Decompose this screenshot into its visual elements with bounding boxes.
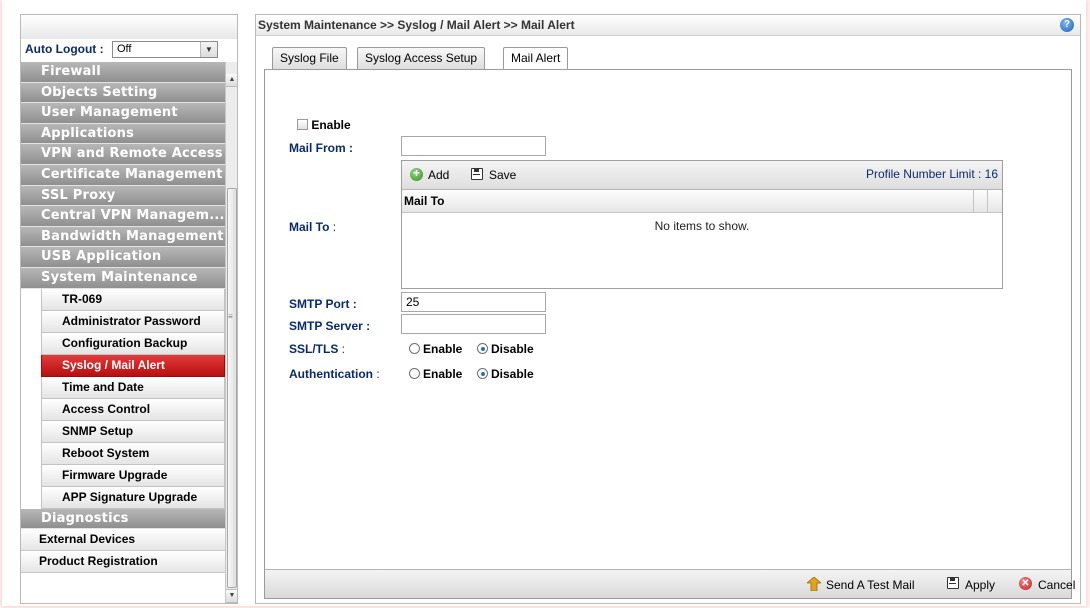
mail-from-input[interactable] xyxy=(401,136,546,156)
sidebar-item-objects-setting[interactable]: Objects Setting xyxy=(21,82,225,104)
ssl-enable-radio[interactable] xyxy=(409,343,420,354)
sidebar-item-central-vpn[interactable]: Central VPN Managem... xyxy=(21,206,225,227)
sidebar-item-system-maintenance[interactable]: System Maintenance xyxy=(21,267,225,289)
sidebar-subitem-tr069[interactable]: TR-069 xyxy=(41,288,225,311)
add-button[interactable]: Add xyxy=(428,168,449,182)
sidebar-item-bandwidth-management[interactable]: Bandwidth Management xyxy=(21,226,225,248)
mail-to-label-text: Mail To xyxy=(289,220,330,234)
empty-message: No items to show. xyxy=(654,219,750,233)
auto-logout-value: Off xyxy=(117,43,132,55)
sidebar-item-ssl-proxy[interactable]: SSL Proxy xyxy=(21,185,225,207)
ssl-disable-radio[interactable] xyxy=(477,343,488,354)
tab-syslog-access-setup[interactable]: Syslog Access Setup xyxy=(357,47,486,69)
chevron-down-icon[interactable]: ▼ xyxy=(200,42,217,57)
sidebar-scrollbar[interactable]: ▲ ≡ ▼ xyxy=(225,62,237,603)
authentication-label-sep: : xyxy=(373,367,380,381)
title-bar: System Maintenance >> Syslog / Mail Aler… xyxy=(256,15,1080,36)
footer-bar: Send A Test Mail Apply ✕ Cancel xyxy=(265,569,1075,598)
sidebar-subitem-syslog-mail-alert[interactable]: Syslog / Mail Alert xyxy=(41,354,225,377)
sidebar-subitem-firmware-upgrade[interactable]: Firmware Upgrade xyxy=(41,464,225,487)
ssl-disable-label: Disable xyxy=(491,342,534,356)
sidebar-item-vpn[interactable]: VPN and Remote Access xyxy=(21,144,225,165)
help-icon[interactable]: ? xyxy=(1060,18,1074,32)
auth-disable-radio[interactable] xyxy=(477,368,488,379)
ssl-enable-option[interactable]: Enable xyxy=(409,342,462,356)
sidebar: Auto Logout : Off ▼ Firewall Objects Set… xyxy=(20,14,238,604)
column-divider xyxy=(987,190,988,212)
profile-limit: Profile Number Limit : 16 xyxy=(865,167,998,181)
breadcrumb: System Maintenance >> Syslog / Mail Aler… xyxy=(258,18,575,32)
authentication-label-text: Authentication xyxy=(289,367,373,381)
smtp-server-input[interactable] xyxy=(401,314,546,334)
sidebar-item-diagnostics[interactable]: Diagnostics xyxy=(21,508,225,530)
save-button[interactable]: Save xyxy=(489,168,516,182)
auth-disable-label: Disable xyxy=(491,367,534,381)
scroll-down-icon[interactable]: ▼ xyxy=(226,589,237,603)
send-mail-icon[interactable] xyxy=(807,577,821,591)
mail-to-column-header[interactable]: Mail To xyxy=(404,194,444,208)
ssl-tls-label: SSL/TLS : xyxy=(289,342,345,356)
smtp-server-label: SMTP Server : xyxy=(289,319,371,333)
sidebar-subitem-time-date[interactable]: Time and Date xyxy=(41,376,225,399)
sidebar-header xyxy=(21,15,237,40)
sidebar-item-certificate-management[interactable]: Certificate Management xyxy=(21,164,225,186)
sidebar-subitem-app-signature[interactable]: APP Signature Upgrade xyxy=(41,486,225,509)
auth-disable-option[interactable]: Disable xyxy=(477,367,534,381)
smtp-port-label: SMTP Port : xyxy=(289,297,357,311)
auth-enable-radio[interactable] xyxy=(409,368,420,379)
sidebar-item-firewall[interactable]: Firewall xyxy=(21,62,225,83)
mail-to-header: Mail To xyxy=(402,190,1002,213)
main-panel: System Maintenance >> Syslog / Mail Aler… xyxy=(255,14,1081,604)
cancel-button[interactable]: Cancel xyxy=(1038,578,1075,592)
tab-mail-alert[interactable]: Mail Alert xyxy=(503,47,569,70)
scroll-up-icon[interactable]: ▲ xyxy=(226,74,237,87)
cancel-icon[interactable]: ✕ xyxy=(1019,577,1032,590)
apply-button[interactable]: Apply xyxy=(965,578,995,592)
auto-logout-label: Auto Logout : xyxy=(25,42,104,56)
sidebar-item-usb-application[interactable]: USB Application xyxy=(21,247,225,268)
send-test-mail-button[interactable]: Send A Test Mail xyxy=(826,578,915,592)
ssl-enable-label: Enable xyxy=(423,342,463,356)
sidebar-item-product-registration[interactable]: Product Registration xyxy=(21,551,225,574)
mail-to-grid: Add Save Profile Number Limit : 16 Mail … xyxy=(401,160,1003,289)
sidebar-subitem-access-control[interactable]: Access Control xyxy=(41,398,225,421)
enable-row: Enable xyxy=(297,118,351,132)
column-divider xyxy=(973,190,974,212)
sidebar-subitem-config-backup[interactable]: Configuration Backup xyxy=(41,332,225,355)
smtp-port-input[interactable]: 25 xyxy=(401,292,546,312)
mail-alert-panel: Enable Mail From : Mail To : Add Save Pr… xyxy=(264,69,1075,599)
sidebar-item-applications[interactable]: Applications xyxy=(21,123,225,145)
ssl-tls-label-sep: : xyxy=(338,342,346,356)
auto-logout-select[interactable]: Off ▼ xyxy=(112,41,218,58)
enable-checkbox[interactable] xyxy=(297,119,308,130)
ssl-tls-label-text: SSL/TLS xyxy=(289,342,339,356)
auto-logout: Auto Logout : Off ▼ xyxy=(21,39,237,61)
grip-icon: ≡ xyxy=(228,312,233,321)
sidebar-subitem-admin-password[interactable]: Administrator Password xyxy=(41,310,225,333)
mail-to-label: Mail To : xyxy=(289,220,336,234)
save-icon[interactable] xyxy=(471,168,483,180)
auth-enable-label: Enable xyxy=(423,367,463,381)
sidebar-subitem-snmp-setup[interactable]: SNMP Setup xyxy=(41,420,225,443)
mail-from-label: Mail From : xyxy=(289,141,354,155)
enable-label: Enable xyxy=(311,118,351,132)
sidebar-item-external-devices[interactable]: External Devices xyxy=(21,529,225,552)
add-icon[interactable] xyxy=(410,166,423,181)
sidebar-menu: Firewall Objects Setting User Management… xyxy=(21,62,225,574)
ssl-disable-option[interactable]: Disable xyxy=(477,342,534,356)
apply-icon[interactable] xyxy=(947,577,959,589)
sidebar-item-user-management[interactable]: User Management xyxy=(21,103,225,124)
mail-to-toolbar: Add Save Profile Number Limit : 16 xyxy=(402,161,1002,190)
scrollbar-thumb[interactable] xyxy=(227,188,237,588)
mail-to-label-sep: : xyxy=(329,220,337,234)
tab-syslog-file[interactable]: Syslog File xyxy=(272,47,347,69)
sidebar-subitem-reboot-system[interactable]: Reboot System xyxy=(41,442,225,465)
auth-enable-option[interactable]: Enable xyxy=(409,367,462,381)
authentication-label: Authentication : xyxy=(289,367,380,381)
